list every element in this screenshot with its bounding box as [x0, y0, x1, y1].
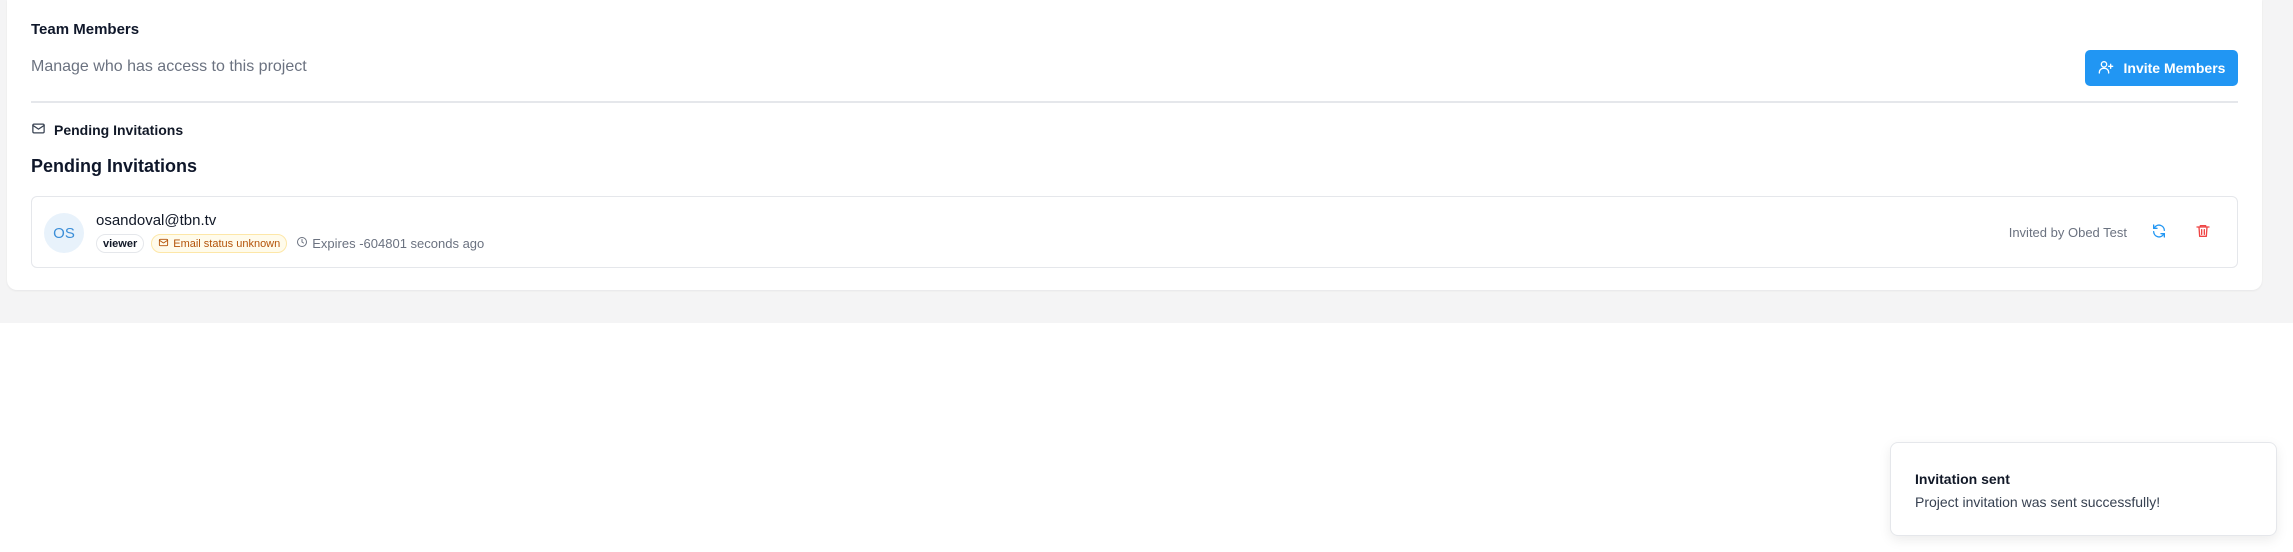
expiry-label: Expires -604801 seconds ago — [312, 236, 485, 251]
invitee-email: osandoval@tbn.tv — [96, 212, 217, 229]
invite-members-label: Invite Members — [2123, 60, 2226, 76]
toast-title: Invitation sent — [1915, 471, 2010, 487]
tab-label: Pending Invitations — [54, 122, 184, 138]
tab-pending-invitations[interactable]: Pending Invitations — [31, 121, 183, 139]
trash-icon — [2195, 223, 2211, 244]
avatar: OS — [44, 213, 84, 253]
expiry-info: Expires -604801 seconds ago — [296, 236, 484, 251]
delete-invitation-button[interactable] — [2189, 219, 2217, 247]
invitation-meta: viewer Email status unknown Expires -604… — [96, 234, 484, 253]
role-badge: viewer — [96, 234, 145, 253]
email-status-label: Email status unknown — [173, 237, 281, 250]
user-plus-icon — [2098, 59, 2114, 78]
clock-icon — [296, 236, 308, 251]
invite-members-button[interactable]: Invite Members — [2085, 50, 2238, 86]
resend-invitation-button[interactable] — [2145, 219, 2173, 247]
invited-by: Invited by Obed Test — [2008, 225, 2127, 240]
mail-icon — [158, 237, 169, 251]
section-heading: Pending Invitations — [31, 156, 198, 176]
invitation-row: OS osandoval@tbn.tv viewer Email status … — [31, 196, 2238, 268]
team-members-card: Team Members Manage who has access to th… — [7, 0, 2262, 290]
toast-notification: Invitation sent Project invitation was s… — [1890, 442, 2277, 536]
refresh-icon — [2151, 223, 2167, 244]
mail-icon — [31, 121, 46, 139]
toast-message: Project invitation was sent successfully… — [1915, 494, 2161, 510]
email-status-badge: Email status unknown — [151, 234, 288, 253]
card-title: Team Members — [31, 21, 140, 38]
divider — [31, 101, 2238, 103]
card-description: Manage who has access to this project — [31, 58, 307, 75]
